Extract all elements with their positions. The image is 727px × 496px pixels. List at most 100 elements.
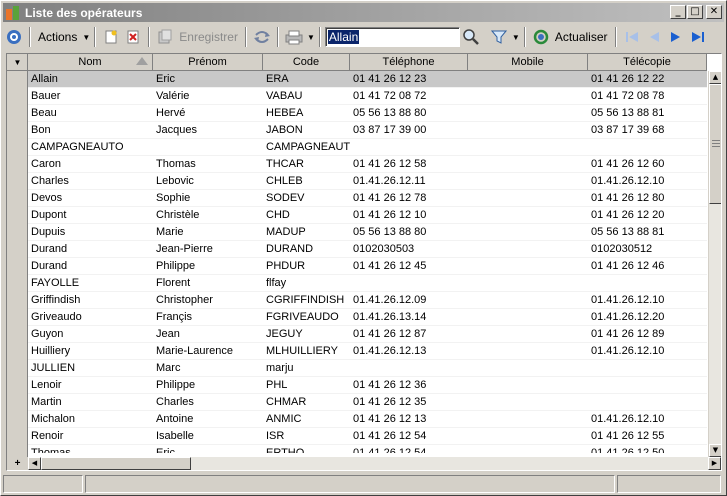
refresh-label: Actualiser [554,30,608,44]
cell-telephone: 01.41.26.12.11 [353,175,426,187]
cell-mobile [468,241,588,258]
refresh-button[interactable]: Actualiser [530,26,611,48]
table-row[interactable]: Thomas Eric ERTHO 01 41 26 12 54 01 41 26 12… [28,445,707,453]
cell-code: VABAU [266,90,303,102]
table-row[interactable]: Dupont Christèle CHD 01 41 26 12 10 01 41 26… [28,207,707,224]
cell-telecopie: 01.41.26.12.10 [591,345,665,357]
column-header-nom[interactable]: Nom [28,54,153,71]
column-header-telephone[interactable]: Téléphone [350,54,468,71]
column-chooser-button[interactable]: ▼ [7,54,28,71]
cell-code: PHL [266,379,288,391]
search-icon[interactable] [460,26,482,48]
add-row-button[interactable]: + [15,458,21,469]
table-row[interactable]: Durand Jean-Pierre DURAND 0102030503 0102030… [28,241,707,258]
cell-telephone: 01 41 26 12 10 [353,209,427,221]
close-button[interactable]: ✕ [706,5,722,19]
cell-telephone: 01 41 72 08 72 [353,90,427,102]
cell-prenom: Isabelle [156,430,194,442]
first-page-icon[interactable] [621,26,643,48]
cell-telephone: 01.41.26.12.09 [353,294,427,306]
column-header-mobile[interactable]: Mobile [468,54,588,71]
table-row[interactable]: Devos Sophie SODEV 01 41 26 12 78 01 41 26 1… [28,190,707,207]
table-row[interactable]: Allain Eric ERA 01 41 26 12 23 01 41 26 12 2… [28,71,707,88]
cell-telephone: 05 56 13 88 80 [353,107,427,119]
table-row[interactable]: JULLIEN Marc marju [28,360,707,377]
cell-telecopie [588,139,707,156]
cell-telephone: 01 41 26 12 54 [353,447,427,453]
sync-icon[interactable] [251,26,273,48]
search-value: Allain [327,30,360,44]
save-button[interactable]: Enregistrer [154,26,241,48]
cell-nom: Dupont [31,209,67,221]
cell-prenom: Sophie [156,192,191,204]
column-header-prenom[interactable]: Prénom [153,54,263,71]
table-row[interactable]: Beau Hervé HEBEA 05 56 13 88 80 05 56 13 88 … [28,105,707,122]
cell-nom: FAYOLLE [31,277,80,289]
actions-menu[interactable]: Actions ▼ [35,30,90,44]
horizontal-scrollbar[interactable]: ◀ ▶ [28,457,721,470]
print-button[interactable]: ▼ [283,26,315,48]
delete-icon[interactable] [122,26,144,48]
cell-mobile [468,207,588,224]
target-icon[interactable] [3,26,25,48]
cell-nom: Durand [31,260,68,272]
vertical-scroll-thumb[interactable] [709,84,721,204]
cell-nom: Renoir [31,430,64,442]
cell-telecopie: 01 41 26 12 55 [591,430,665,442]
prev-page-icon[interactable] [643,26,665,48]
chevron-down-icon: ▼ [306,32,315,42]
scroll-up-button[interactable]: ▲ [709,71,721,84]
vertical-scrollbar[interactable]: ▲ ▼ [708,71,721,457]
table-row[interactable]: Michalon Antoine ANMIC 01 41 26 12 13 01.41.… [28,411,707,428]
cell-telephone [350,360,468,377]
scroll-left-button[interactable]: ◀ [28,457,41,470]
next-page-icon[interactable] [665,26,687,48]
table-row[interactable]: Dupuis Marie MADUP 05 56 13 88 80 05 56 13 8… [28,224,707,241]
cell-prenom: Jean [156,328,180,340]
last-page-icon[interactable] [687,26,709,48]
table-row[interactable]: Griffindish Christopher CGRIFFINDISH 01.41.… [28,292,707,309]
row-header-column: ▼ [7,54,28,470]
filter-button[interactable]: ▼ [488,26,520,48]
table-row[interactable]: Charles Lebovic CHLEB 01.41.26.12.11 01.41.2… [28,173,707,190]
table-row[interactable]: CAMPAGNEAUTO CAMPAGNEAUTC [28,139,707,156]
table-row[interactable]: Caron Thomas THCAR 01 41 26 12 58 01 41 26 1… [28,156,707,173]
cell-mobile [468,105,588,122]
column-header-telecopie[interactable]: Télécopie [588,54,707,71]
cell-code: THCAR [266,158,304,170]
table-row[interactable]: Guyon Jean JEGUY 01 41 26 12 87 01 41 26 12 … [28,326,707,343]
table-row[interactable]: Bon Jacques JABON 03 87 17 39 00 03 87 17 39… [28,122,707,139]
table-row[interactable]: Durand Philippe PHDUR 01 41 26 12 45 01 41 2… [28,258,707,275]
cell-telecopie [588,394,707,411]
cell-nom: Griffindish [31,294,81,306]
cell-code: ISR [266,430,285,442]
maximize-button[interactable]: □ [687,5,703,19]
cell-telecopie: 01.41.26.12.10 [591,413,665,425]
cell-code: ERA [266,73,289,85]
cell-telephone: 01 41 26 12 54 [353,430,427,442]
table-row[interactable]: Bauer Valérie VABAU 01 41 72 08 72 01 41 72 … [28,88,707,105]
scroll-down-button[interactable]: ▼ [709,444,721,457]
table-row[interactable]: Huilliery Marie-Laurence MLHUILLIERY 01.41.… [28,343,707,360]
column-header-code[interactable]: Code [263,54,350,71]
cell-code: ERTHO [266,447,305,453]
cell-mobile [468,122,588,139]
minimize-button[interactable]: _ [670,5,686,19]
new-document-icon[interactable] [100,26,122,48]
horizontal-scroll-thumb[interactable] [41,457,191,470]
cell-prenom: Thomas [156,158,196,170]
cell-code: marju [266,362,294,374]
search-input[interactable]: Allain [324,27,460,47]
scroll-right-button[interactable]: ▶ [708,457,721,470]
cell-code: CGRIFFINDISH [266,294,345,306]
table-row[interactable]: FAYOLLE Florent flfay [28,275,707,292]
table-row[interactable]: Griveaudo Françis FGRIVEAUDO 01.41.26.13.14… [28,309,707,326]
table-row[interactable]: Renoir Isabelle ISR 01 41 26 12 54 01 41 26 … [28,428,707,445]
cell-telecopie: 05 56 13 88 81 [591,226,665,238]
cell-nom: Bauer [31,90,61,102]
cell-telephone [350,275,468,292]
table-row[interactable]: Lenoir Philippe PHL 01 41 26 12 36 [28,377,707,394]
table-row[interactable]: Martin Charles CHMAR 01 41 26 12 35 [28,394,707,411]
cell-telecopie: 01.41.26.12.20 [591,311,665,323]
cell-telephone: 01 41 26 12 13 [353,413,427,425]
